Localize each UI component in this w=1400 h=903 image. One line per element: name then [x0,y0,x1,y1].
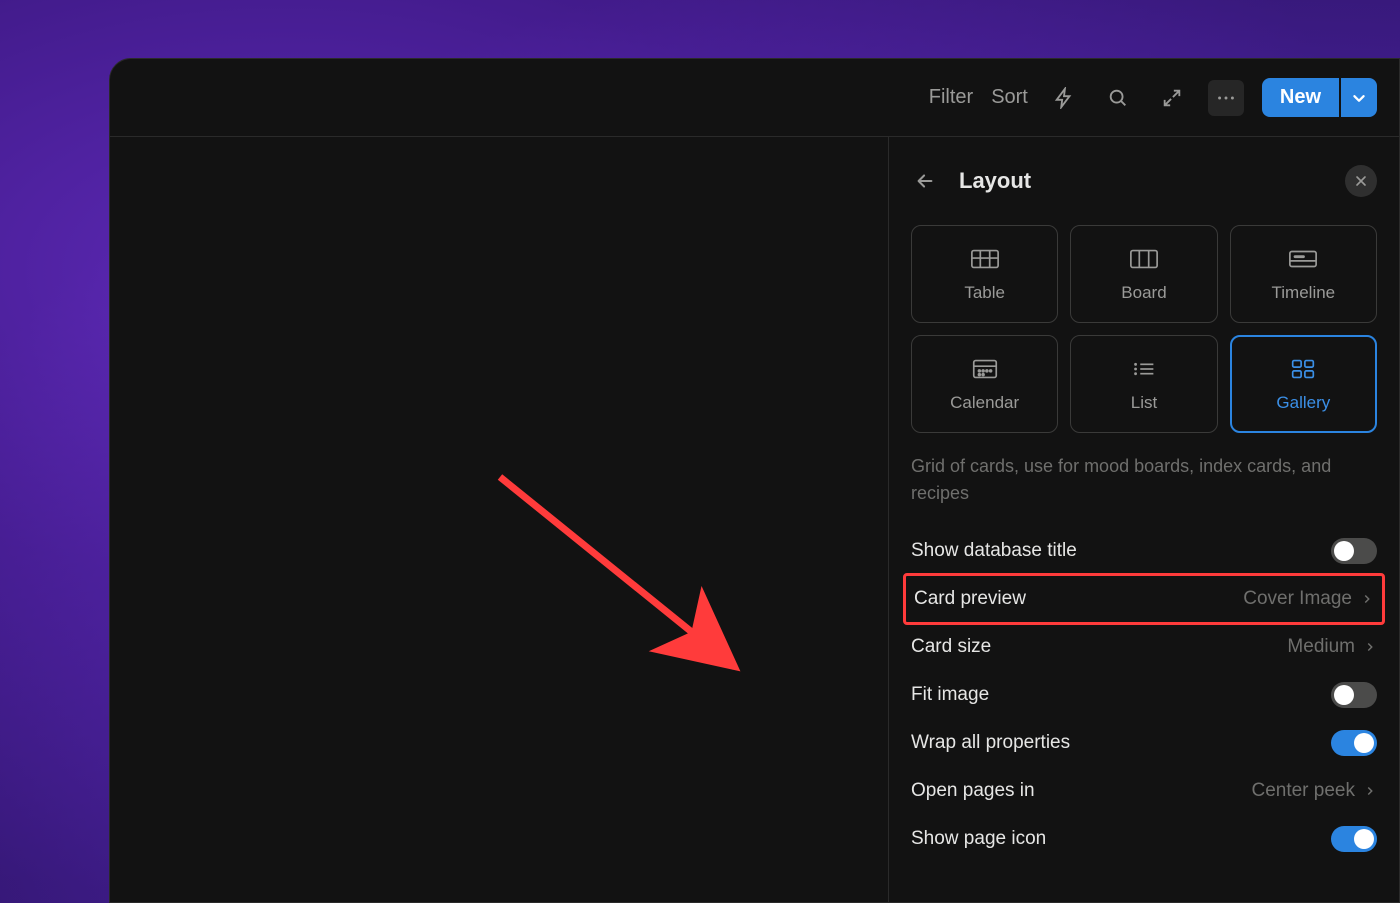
toggle-show-database-title[interactable] [1331,538,1377,564]
view-tile-label: Board [1121,283,1166,303]
view-description: Grid of cards, use for mood boards, inde… [911,453,1377,507]
view-tile-table[interactable]: Table [911,225,1058,323]
new-dropdown-button[interactable] [1341,78,1377,117]
option-label: Card preview [914,588,1026,610]
search-icon[interactable] [1100,80,1136,116]
view-tile-board[interactable]: Board [1070,225,1217,323]
view-tile-label: Gallery [1276,393,1330,413]
option-card-preview[interactable]: Card preview Cover Image [903,573,1385,625]
option-label: Fit image [911,684,989,706]
option-label: Wrap all properties [911,732,1070,754]
option-show-database-title[interactable]: Show database title [911,527,1377,575]
new-button-group: New [1262,78,1377,117]
toggle-fit-image[interactable] [1331,682,1377,708]
app-window: Filter Sort New [109,58,1400,903]
view-tile-label: List [1131,393,1157,413]
lightning-icon[interactable] [1046,80,1082,116]
back-button[interactable] [911,167,939,195]
expand-icon[interactable] [1154,80,1190,116]
option-value: Medium [1287,636,1377,658]
view-tile-label: Timeline [1272,283,1336,303]
view-tile-label: Calendar [950,393,1019,413]
view-tile-label: Table [964,283,1005,303]
option-label: Open pages in [911,780,1035,802]
layout-panel: Layout Table Board Timeline [889,137,1399,902]
option-fit-image[interactable]: Fit image [911,671,1377,719]
filter-button[interactable]: Filter [929,86,973,109]
option-value: Cover Image [1243,588,1374,610]
sort-button[interactable]: Sort [991,86,1028,109]
option-label: Show database title [911,540,1077,562]
more-icon[interactable] [1208,80,1244,116]
chevron-right-icon [1363,640,1377,654]
chevron-right-icon [1363,784,1377,798]
option-wrap-all-properties[interactable]: Wrap all properties [911,719,1377,767]
option-label: Show page icon [911,828,1046,850]
toolbar: Filter Sort New [110,59,1399,137]
option-label: Card size [911,636,991,658]
option-open-pages-in[interactable]: Open pages in Center peek [911,767,1377,815]
toggle-wrap-all-properties[interactable] [1331,730,1377,756]
new-button[interactable]: New [1262,78,1339,117]
view-tile-calendar[interactable]: Calendar [911,335,1058,433]
option-card-size[interactable]: Card size Medium [911,623,1377,671]
view-tile-gallery[interactable]: Gallery [1230,335,1377,433]
panel-title: Layout [959,168,1325,194]
close-button[interactable] [1345,165,1377,197]
chevron-right-icon [1360,592,1374,606]
option-show-page-icon[interactable]: Show page icon [911,815,1377,863]
view-type-grid: Table Board Timeline Calendar List [911,225,1377,433]
toggle-show-page-icon[interactable] [1331,826,1377,852]
option-value: Center peek [1251,780,1377,802]
annotation-arrow [490,467,770,697]
main-canvas [110,137,889,902]
view-tile-list[interactable]: List [1070,335,1217,433]
view-tile-timeline[interactable]: Timeline [1230,225,1377,323]
